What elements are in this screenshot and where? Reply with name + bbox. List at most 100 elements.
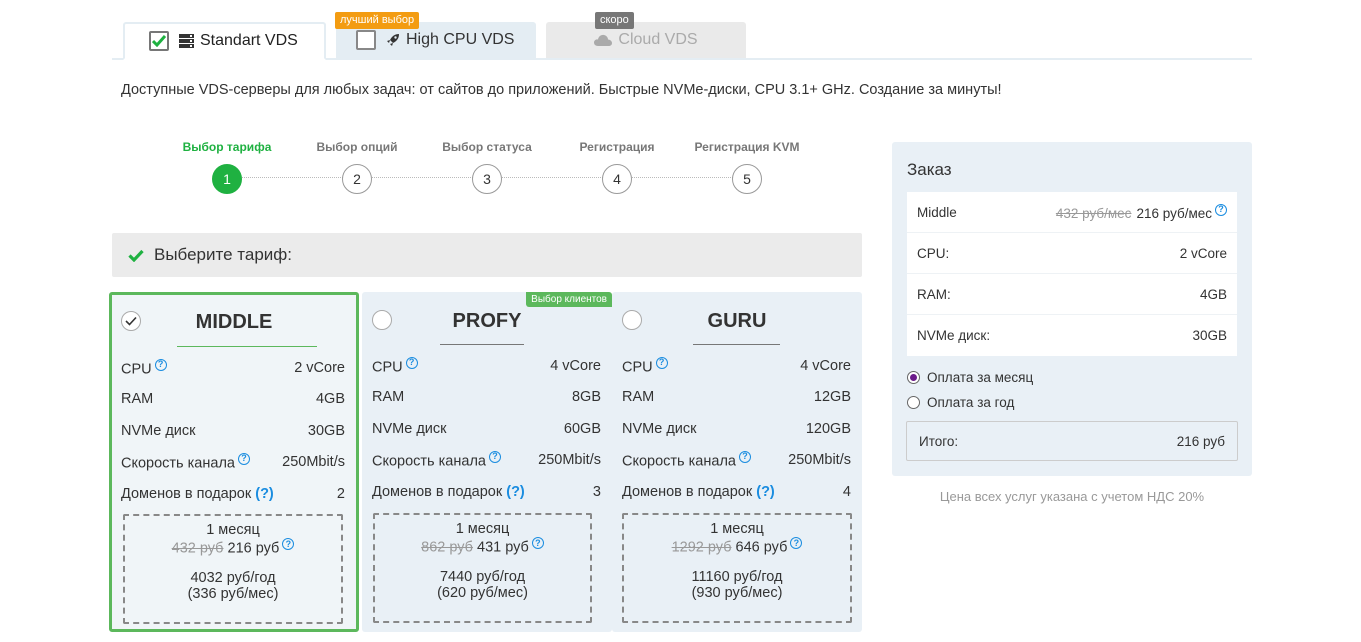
old-price: 1292 руб bbox=[671, 539, 732, 556]
radio-label: Оплата за год bbox=[927, 395, 1015, 410]
plan-card-profy[interactable]: Выбор клиентов PROFY CPU? 4 vCore RAM 8G… bbox=[362, 292, 612, 632]
old-price: 432 руб bbox=[171, 540, 224, 557]
year-monthly-price: (336 руб/мес) bbox=[187, 586, 279, 603]
help-icon[interactable]: ? bbox=[282, 538, 295, 550]
plan-row-cpu: CPU? 2 vCore bbox=[121, 358, 345, 378]
tab-standart-vds[interactable]: Standart VDS bbox=[123, 22, 326, 60]
spec-value: 250Mbit/s bbox=[788, 452, 851, 468]
plan-divider bbox=[440, 344, 524, 345]
plan-name: MIDDLE bbox=[195, 311, 273, 333]
cloud-icon bbox=[594, 34, 613, 46]
current-price: 646 руб bbox=[735, 539, 788, 556]
help-icon[interactable]: ? bbox=[738, 450, 751, 463]
radio-label: Оплата за месяц bbox=[927, 370, 1034, 385]
order-row-label: RAM: bbox=[917, 286, 951, 302]
checkbox-high-cpu-vds[interactable] bbox=[356, 30, 376, 50]
plan-row-speed: Скорость канала? 250Mbit/s bbox=[372, 450, 601, 470]
help-icon[interactable]: (?) bbox=[255, 486, 274, 502]
tab-label: High CPU VDS bbox=[406, 31, 515, 48]
spec-label: CPU bbox=[121, 361, 152, 378]
spec-value: 60GB bbox=[563, 421, 601, 437]
help-icon[interactable]: ? bbox=[531, 537, 544, 549]
help-icon[interactable]: ? bbox=[405, 356, 418, 369]
step-4: Регистрация 4 bbox=[562, 138, 672, 194]
spec-value: 250Mbit/s bbox=[282, 454, 345, 470]
order-title: Заказ bbox=[907, 160, 952, 179]
spec-label: Доменов в подарок bbox=[622, 484, 753, 500]
plan-row-ram: RAM 4GB bbox=[121, 389, 345, 409]
intro-text: Доступные VDS-серверы для любых задач: о… bbox=[121, 82, 1002, 98]
order-row-ram: RAM: 4GB bbox=[907, 274, 1237, 315]
choose-tariff-header: Выберите тариф: bbox=[112, 233, 862, 277]
step-label: Регистрация bbox=[579, 140, 655, 154]
year-price: 11160 руб/год bbox=[691, 569, 783, 586]
plan-row-cpu: CPU? 4 vCore bbox=[622, 356, 851, 376]
spec-label: Доменов в подарок bbox=[121, 486, 252, 502]
plan-row-domains: Доменов в подарок (?) 4 bbox=[622, 482, 851, 502]
coming-soon-badge: скоро bbox=[595, 12, 634, 29]
help-icon[interactable]: ? bbox=[1215, 203, 1227, 216]
help-icon[interactable]: (?) bbox=[756, 484, 775, 500]
tab-label: Cloud VDS bbox=[618, 31, 698, 48]
order-row-cpu: CPU: 2 vCore bbox=[907, 233, 1237, 274]
tariff-tabs: Standart VDS High CPU VDS Cloud VDS bbox=[112, 0, 1252, 60]
section-title: Выберите тариф: bbox=[154, 245, 292, 264]
current-price: 216 руб bbox=[227, 540, 280, 557]
price-period: 1 месяц bbox=[455, 521, 510, 537]
best-choice-badge: лучший выбор bbox=[335, 12, 420, 29]
clients-choice-badge: Выбор клиентов bbox=[526, 292, 612, 307]
spec-label: RAM bbox=[121, 391, 154, 407]
pay-monthly-option[interactable]: Оплата за месяц bbox=[907, 370, 1033, 385]
step-label: Выбор тарифа bbox=[182, 140, 272, 154]
order-row-label: NVMe диск: bbox=[917, 328, 991, 343]
order-row-value: 2 vCore bbox=[1179, 245, 1227, 261]
year-monthly-price: (620 руб/мес) bbox=[437, 585, 528, 602]
spec-label: RAM bbox=[622, 389, 655, 405]
radio-pay-month[interactable] bbox=[907, 371, 920, 384]
order-row-plan: Middle 432 руб/мес 216 руб/мес? bbox=[907, 192, 1237, 233]
spec-label: Скорость канала bbox=[121, 455, 235, 472]
total-label: Итого: bbox=[919, 433, 959, 449]
help-icon[interactable]: ? bbox=[237, 452, 250, 465]
order-table: Middle 432 руб/мес 216 руб/мес? CPU: 2 vC… bbox=[907, 192, 1237, 356]
tab-cloud-vds: Cloud VDS bbox=[546, 22, 746, 58]
plan-row-ram: RAM 8GB bbox=[372, 387, 601, 407]
step-number: 2 bbox=[342, 164, 372, 194]
order-summary: Заказ Middle 432 руб/мес 216 руб/мес? CPU… bbox=[892, 142, 1252, 476]
plan-row-domains: Доменов в подарок (?) 2 bbox=[121, 484, 345, 504]
pay-yearly-option[interactable]: Оплата за год bbox=[907, 395, 1014, 410]
current-price: 431 руб bbox=[477, 539, 529, 556]
spec-label: CPU bbox=[372, 359, 403, 376]
price-month: 862 руб 431 руб? bbox=[375, 537, 590, 555]
order-row-value: 4GB bbox=[1199, 286, 1227, 302]
plan-row-cpu: CPU? 4 vCore bbox=[372, 356, 601, 376]
price-month: 432 руб 216 руб? bbox=[125, 538, 341, 556]
check-icon bbox=[128, 249, 144, 262]
help-icon[interactable]: ? bbox=[790, 537, 803, 549]
plan-card-middle[interactable]: MIDDLE CPU? 2 vCore RAM 4GB NVMe диск 30… bbox=[109, 292, 359, 632]
spec-label: RAM bbox=[372, 389, 405, 405]
spec-label: CPU bbox=[622, 359, 653, 376]
checkbox-standart-vds[interactable] bbox=[149, 31, 169, 51]
year-price: 7440 руб/год bbox=[439, 569, 526, 586]
help-icon[interactable]: ? bbox=[488, 450, 501, 463]
help-icon[interactable]: ? bbox=[154, 358, 167, 371]
spec-value: 4 bbox=[842, 484, 851, 500]
old-price: 862 руб bbox=[421, 539, 473, 556]
spec-value: 4GB bbox=[315, 391, 345, 407]
total-value: 216 руб bbox=[1176, 433, 1225, 449]
old-price: 432 руб/мес bbox=[1055, 205, 1132, 221]
plan-card-guru[interactable]: GURU CPU? 4 vCore RAM 12GB NVMe диск 120… bbox=[612, 292, 862, 632]
help-icon[interactable]: ? bbox=[655, 356, 668, 369]
order-plan-name: Middle bbox=[917, 204, 957, 220]
order-row-value: 30GB bbox=[1192, 328, 1227, 343]
plan-divider bbox=[693, 344, 780, 345]
plan-row-speed: Скорость канала? 250Mbit/s bbox=[622, 450, 851, 470]
help-icon[interactable]: (?) bbox=[506, 484, 525, 500]
spec-value: 4 vCore bbox=[800, 358, 851, 374]
plan-row-disk: NVMe диск 30GB bbox=[121, 421, 345, 441]
order-total: Итого: 216 руб bbox=[906, 421, 1238, 461]
step-label: Регистрация KVM bbox=[694, 140, 800, 154]
check-icon bbox=[152, 35, 166, 47]
radio-pay-year[interactable] bbox=[907, 396, 920, 409]
